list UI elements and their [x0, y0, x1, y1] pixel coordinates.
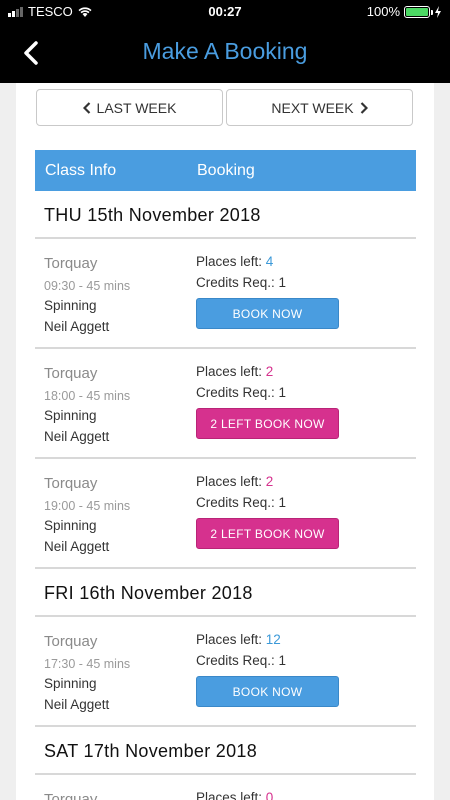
credits-required: Credits Req.: 1 [196, 275, 287, 290]
places-left-label: Places left: [196, 254, 263, 269]
day-heading: FRI 16th November 2018 [35, 569, 416, 617]
class-instructor: Neil Aggett [44, 429, 110, 444]
class-instructor: Neil Aggett [44, 539, 110, 554]
class-location: Torquay [44, 475, 98, 492]
places-left: Places left: 2 [196, 474, 273, 489]
chevron-right-icon [360, 101, 368, 114]
last-week-button[interactable]: LAST WEEK [36, 89, 223, 126]
class-type: Spinning [44, 518, 97, 533]
page-title: Make A Booking [142, 38, 308, 64]
next-week-label: NEXT WEEK [271, 99, 354, 116]
places-left-count: 2 [265, 474, 274, 489]
table-header: Class Info Booking [35, 150, 416, 191]
book-now-button[interactable]: BOOK NOW [196, 676, 339, 707]
class-row: Torquay 18:00 - 45 mins Spinning Neil Ag… [35, 349, 416, 459]
class-list[interactable]: THU 15th November 2018 Torquay 09:30 - 4… [35, 191, 416, 800]
app-header: Make A Booking [0, 24, 450, 83]
class-type: Spinning [44, 298, 97, 313]
chevron-left-icon [82, 101, 90, 114]
class-row: Torquay 09:30 - 45 mins Spinning Neil Ag… [35, 239, 416, 349]
class-instructor: Neil Aggett [44, 319, 110, 334]
book-now-button[interactable]: BOOK NOW [196, 298, 339, 329]
next-week-button[interactable]: NEXT WEEK [226, 89, 413, 126]
status-bar: TESCO 00:27 100% [0, 0, 450, 24]
places-left: Places left: 4 [196, 254, 273, 269]
places-left-count: 4 [265, 254, 274, 269]
class-time: 19:00 - 45 mins [44, 499, 131, 513]
class-location: Torquay [44, 255, 98, 272]
class-row: Torquay 19:00 - 45 mins Spinning Neil Ag… [35, 459, 416, 569]
battery-percent: 100% [366, 4, 400, 19]
class-time: 17:30 - 45 mins [44, 657, 131, 671]
places-left: Places left: 2 [196, 364, 273, 379]
places-left-label: Places left: [196, 790, 263, 800]
places-left-count: 0 [265, 790, 274, 800]
column-header-class-info: Class Info [45, 162, 117, 179]
places-left: Places left: 0 [196, 790, 273, 800]
battery-icon [404, 5, 433, 18]
credits-required: Credits Req.: 1 [196, 495, 287, 510]
class-time: 09:30 - 45 mins [44, 279, 131, 293]
last-week-label: LAST WEEK [96, 99, 177, 116]
places-left-label: Places left: [196, 474, 263, 489]
book-now-button[interactable]: 2 LEFT BOOK NOW [196, 518, 339, 549]
places-left-label: Places left: [196, 632, 263, 647]
day-heading: SAT 17th November 2018 [35, 727, 416, 775]
class-type: Spinning [44, 676, 97, 691]
class-location: Torquay [44, 365, 98, 382]
class-row: Torquay 17:30 - 45 mins Spinning Neil Ag… [35, 617, 416, 727]
credits-required: Credits Req.: 1 [196, 653, 287, 668]
charging-icon [435, 5, 441, 18]
class-location: Torquay [44, 791, 98, 800]
day-heading: THU 15th November 2018 [35, 191, 416, 239]
column-header-booking: Booking [197, 162, 255, 179]
class-location: Torquay [44, 633, 98, 650]
class-row: Torquay Places left: 0 [35, 775, 416, 800]
class-type: Spinning [44, 408, 97, 423]
places-left-label: Places left: [196, 364, 263, 379]
places-left-count: 2 [265, 364, 274, 379]
week-navigation: LAST WEEK NEXT WEEK [36, 89, 413, 126]
places-left-count: 12 [265, 632, 281, 647]
booking-content: LAST WEEK NEXT WEEK Class Info Booking T… [16, 83, 434, 800]
book-now-button[interactable]: 2 LEFT BOOK NOW [196, 408, 339, 439]
class-time: 18:00 - 45 mins [44, 389, 131, 403]
top-bar: TESCO 00:27 100% Make A Booking [0, 0, 450, 83]
places-left: Places left: 12 [196, 632, 281, 647]
credits-required: Credits Req.: 1 [196, 385, 287, 400]
class-instructor: Neil Aggett [44, 697, 110, 712]
